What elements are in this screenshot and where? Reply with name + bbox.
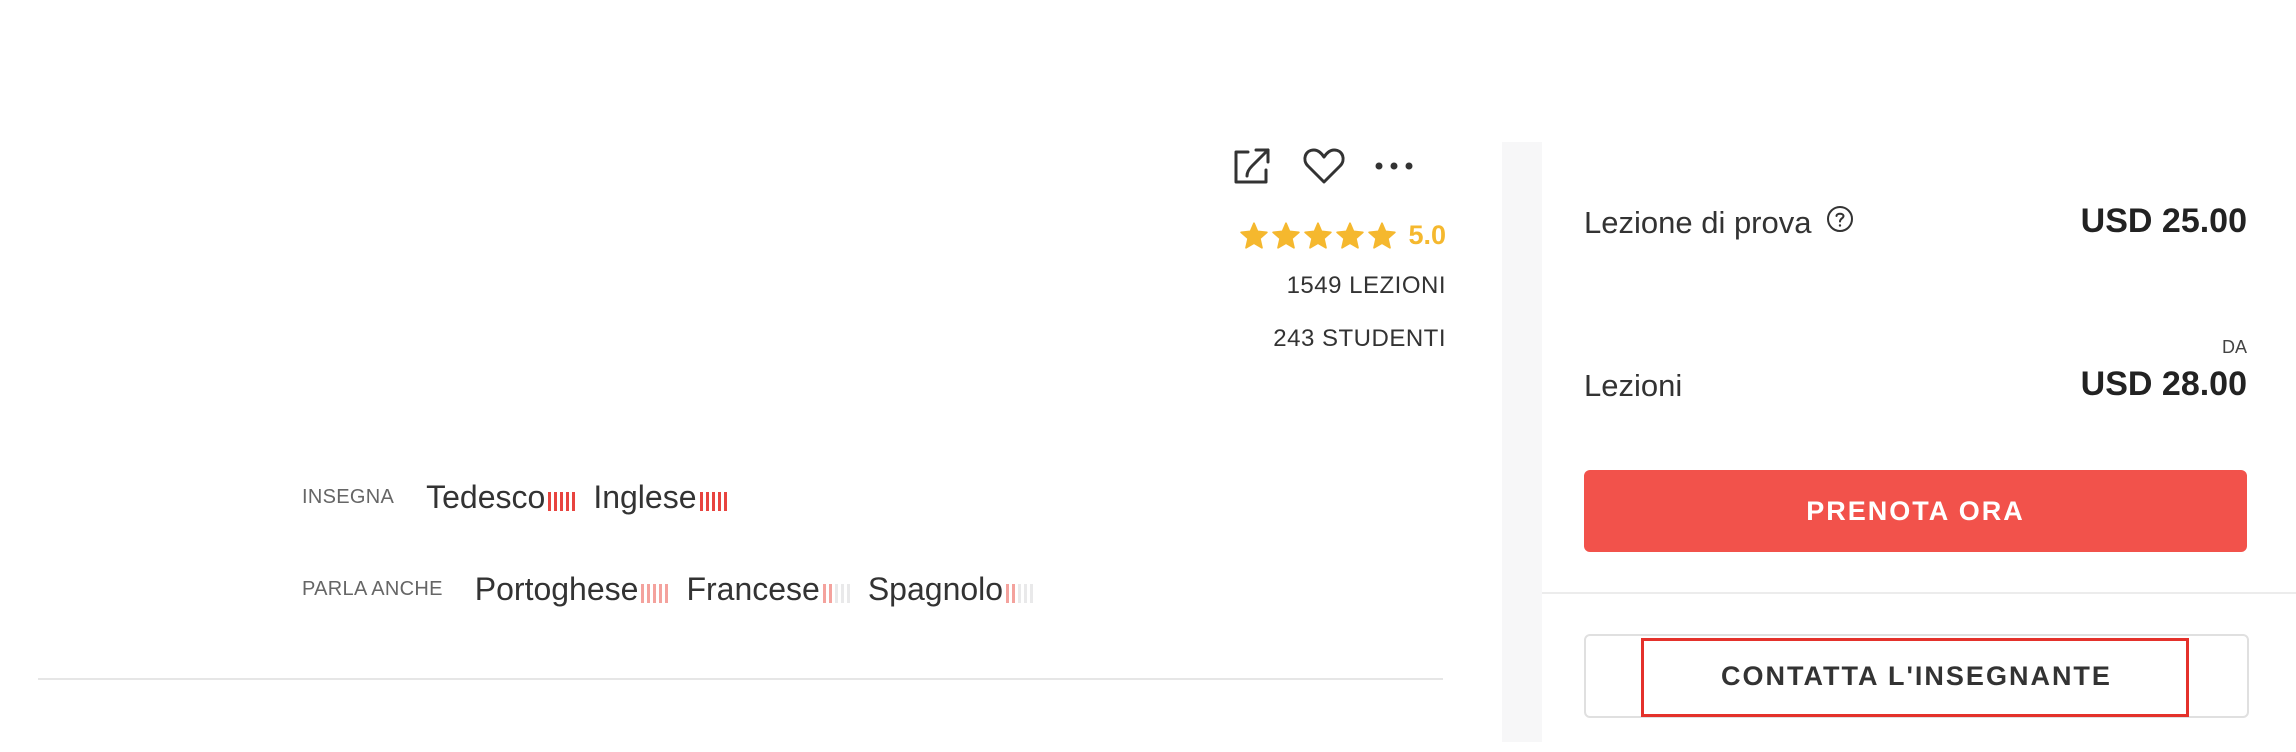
trial-price: USD 25.00: [2080, 202, 2247, 240]
level-bar: [665, 584, 669, 603]
level-bar: [560, 492, 564, 511]
level-bar: [554, 492, 558, 511]
teaches-list: Tedesco Inglese: [426, 479, 744, 516]
help-icon[interactable]: [1826, 205, 1854, 241]
language-level-bars: [548, 492, 576, 511]
trial-label: Lezione di prova: [1584, 205, 1812, 240]
star-icon: [1304, 222, 1333, 249]
level-bar: [572, 492, 576, 511]
speaks-list: Portoghese Francese Spagnolo: [475, 571, 1051, 608]
rating-score: 5.0: [1408, 220, 1446, 250]
level-bar: [723, 492, 727, 511]
star-icon: [1368, 222, 1397, 249]
language-name: Portoghese: [474, 571, 639, 607]
rating: 5.0: [1240, 220, 1446, 251]
share-icon[interactable]: [1230, 144, 1274, 188]
lessons-price-row: Lezioni USD 28.00: [1584, 365, 2247, 404]
lessons-price: USD 28.00: [2080, 365, 2247, 403]
language-level-bars: [699, 492, 727, 511]
students-count: 243 STUDENTI: [1273, 325, 1446, 352]
trial-price-row: Lezione di prova USD 25.00: [1584, 202, 2247, 241]
level-bar: [717, 492, 721, 511]
sidebar-divider: [1542, 592, 2296, 594]
language-name: Francese: [686, 571, 820, 607]
level-bar: [834, 584, 838, 603]
level-bar: [641, 584, 645, 603]
language-item: Inglese: [593, 479, 727, 516]
level-bar: [705, 492, 709, 511]
rating-stars: [1240, 222, 1397, 249]
teaches-label: INSEGNA: [302, 486, 395, 508]
highlight-box: [1641, 638, 2189, 717]
more-icon[interactable]: [1374, 161, 1414, 171]
level-bar: [1018, 584, 1022, 603]
level-bar: [846, 584, 850, 603]
level-bar: [1012, 584, 1016, 603]
language-item: Spagnolo: [867, 571, 1034, 608]
star-icon: [1240, 222, 1269, 249]
level-bar: [828, 584, 832, 603]
language-item: Francese: [686, 571, 850, 608]
level-bar: [711, 492, 715, 511]
speaks-label: PARLA ANCHE: [302, 578, 443, 600]
speaks-row: PARLA ANCHE Portoghese Francese Spagnolo: [302, 571, 1051, 608]
level-bar: [1006, 584, 1010, 603]
level-bar: [822, 584, 826, 603]
level-bar: [699, 492, 703, 511]
lessons-count: 1549 LEZIONI: [1286, 272, 1446, 299]
star-icon: [1272, 222, 1301, 249]
sidebar-separator: [1502, 142, 1542, 742]
language-name: Tedesco: [426, 479, 546, 515]
level-bar: [548, 492, 552, 511]
language-level-bars: [641, 584, 669, 603]
level-bar: [647, 584, 651, 603]
language-item: Portoghese: [475, 571, 669, 608]
level-bar: [1024, 584, 1028, 603]
level-bar: [566, 492, 570, 511]
profile-actions: [1230, 144, 1414, 188]
language-item: Tedesco: [426, 479, 576, 516]
language-name: Inglese: [593, 479, 697, 515]
level-bar: [840, 584, 844, 603]
lessons-label: Lezioni: [1584, 368, 1683, 403]
level-bar: [653, 584, 657, 603]
book-now-button[interactable]: PRENOTA ORA: [1584, 470, 2247, 552]
language-name: Spagnolo: [867, 571, 1004, 607]
heart-icon[interactable]: [1302, 146, 1346, 186]
trial-label-group: Lezione di prova: [1584, 205, 1854, 241]
lessons-price-prefix: DA: [2221, 337, 2247, 357]
language-level-bars: [1006, 584, 1034, 603]
level-bar: [1030, 584, 1034, 603]
section-divider: [38, 678, 1443, 680]
teaches-row: INSEGNA Tedesco Inglese: [302, 479, 745, 516]
level-bar: [659, 584, 663, 603]
star-icon: [1336, 222, 1365, 249]
language-level-bars: [822, 584, 850, 603]
